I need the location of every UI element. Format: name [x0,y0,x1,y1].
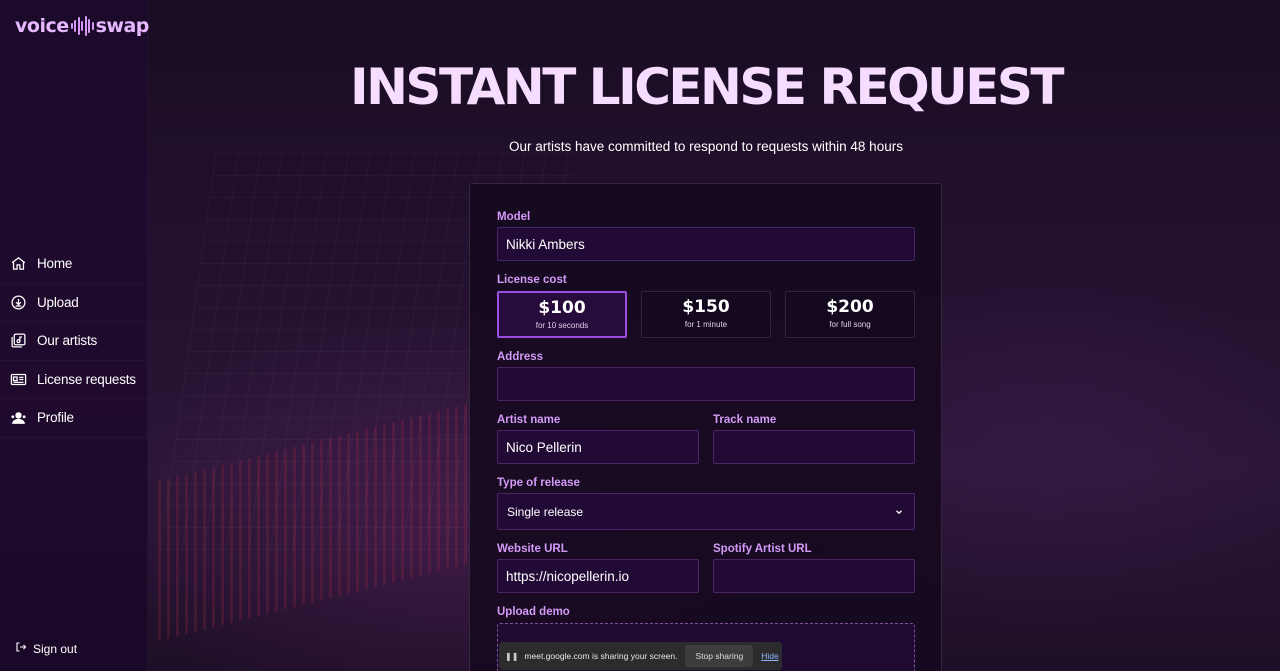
license-card-icon [9,370,27,388]
track-name-label: Track name [713,414,777,426]
profile-icon [9,409,27,427]
voiceswap-logo[interactable]: voice swap [15,12,149,40]
cost-option-full-song[interactable]: $200 for full song [785,291,915,338]
website-url-label: Website URL [497,543,568,555]
sidebar-item-upload[interactable]: Upload [0,284,148,323]
artist-name-label: Artist name [497,414,561,426]
logo-word-right: swap [95,15,150,37]
home-icon [9,255,27,273]
sidebar-item-home[interactable]: Home [0,245,148,284]
address-field[interactable] [497,367,915,401]
sidebar-nav: Home Upload Our artists License requests… [0,245,148,438]
website-url-field[interactable]: https://nicopellerin.io [497,559,699,593]
share-message: meet.google.com is sharing your screen. [524,651,678,661]
cost-price: $150 [682,297,730,317]
model-field[interactable]: Nikki Ambers [497,227,915,261]
logo-word-left: voice [15,15,69,37]
cost-duration: for 1 minute [684,320,728,329]
spotify-url-label: Spotify Artist URL [713,543,812,555]
track-name-field[interactable] [713,430,915,464]
sidebar-item-label: License requests [37,371,136,387]
screen-share-bar: ❚❚ meet.google.com is sharing your scree… [499,642,782,670]
cost-price: $200 [826,297,874,317]
stop-sharing-button[interactable]: Stop sharing [685,645,754,667]
hide-share-bar-link[interactable]: Hide [761,651,778,661]
artist-name-field[interactable]: Nico Pellerin [497,430,699,464]
upload-icon [9,293,27,311]
upload-demo-label: Upload demo [497,606,570,618]
address-label: Address [497,351,544,363]
page-title: INSTANT LICENSE REQUEST [349,58,1065,116]
artists-icon [9,332,27,350]
chevron-down-icon [894,506,904,520]
release-type-label: Type of release [497,477,580,489]
sign-out-label: Sign out [33,642,78,656]
sidebar-item-label: Upload [37,294,79,310]
sidebar-item-our-artists[interactable]: Our artists [0,322,148,361]
spotify-url-field[interactable] [713,559,915,593]
cost-option-1-minute[interactable]: $150 for 1 minute [641,291,771,338]
release-type-select[interactable]: Single release [497,493,915,530]
cost-option-10-seconds[interactable]: $100 for 10 seconds [497,291,627,338]
sidebar: voice swap Home Upload Our artists Licen… [0,0,149,671]
sign-out-icon [15,640,27,658]
cost-price: $100 [538,298,586,318]
model-label: Model [497,211,531,223]
release-type-value: Single release [507,504,584,519]
sidebar-item-label: Home [37,256,73,272]
cost-duration: for full song [829,320,871,329]
cost-duration: for 10 seconds [535,321,589,330]
waveform-icon [70,16,94,36]
sidebar-item-label: Profile [37,410,74,426]
sidebar-item-profile[interactable]: Profile [0,399,148,438]
sidebar-item-label: Our artists [37,333,98,349]
pause-icon: ❚❚ [505,651,519,661]
license-request-form: Model Nikki Ambers License cost $100 for… [469,183,942,671]
license-cost-label: License cost [497,274,567,286]
sign-out-button[interactable]: Sign out [15,640,77,658]
sidebar-item-license-requests[interactable]: License requests [0,361,148,400]
page-subtitle: Our artists have committed to respond to… [509,139,903,154]
